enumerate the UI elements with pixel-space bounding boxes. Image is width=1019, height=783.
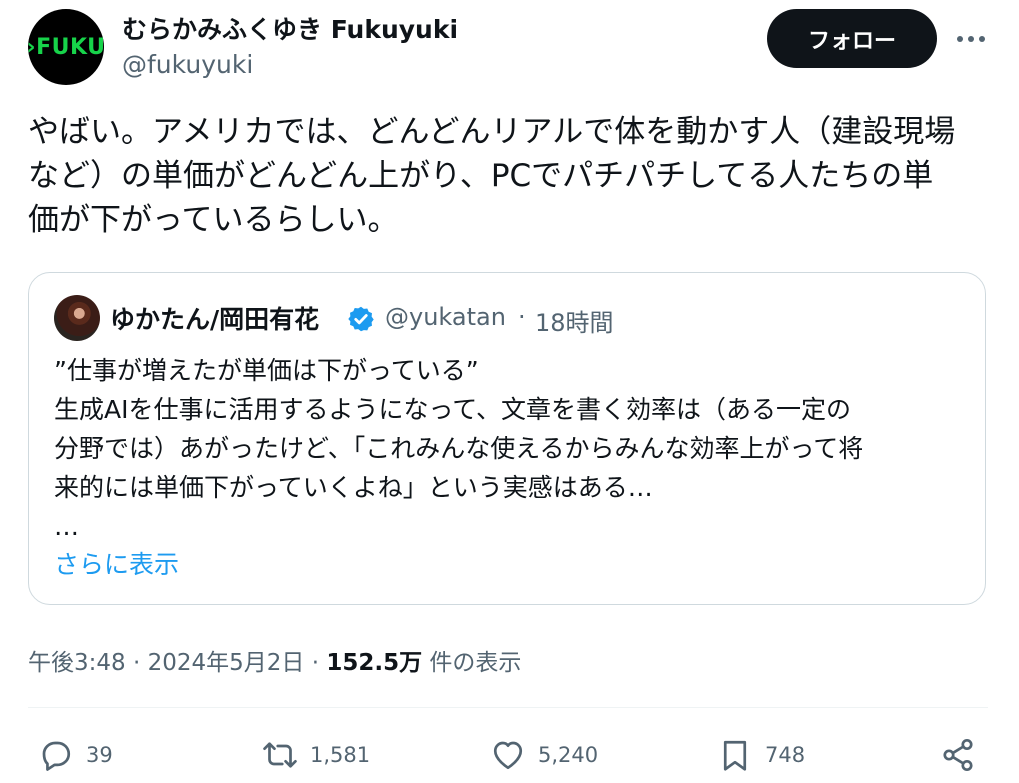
bookmark-button[interactable]: 748	[717, 735, 805, 775]
verified-badge-icon	[348, 306, 374, 332]
quoted-tweet-text: ”仕事が増えたが単価は下がっている” 生成AIを仕事に活用するようになって、文章…	[54, 356, 864, 541]
post-time[interactable]: 午後3:48	[28, 650, 126, 676]
quoted-author-name: ゆかたん/岡田有花	[110, 305, 320, 334]
retweet-count: 1,581	[310, 743, 371, 767]
more-icon	[957, 36, 985, 42]
view-count: 152.5万	[326, 650, 423, 676]
meta-separator: ·	[132, 650, 141, 676]
like-count: 5,240	[538, 743, 599, 767]
view-label: 件の表示	[429, 650, 522, 676]
meta-separator: ·	[311, 650, 320, 676]
retweet-icon	[263, 742, 297, 768]
follow-button[interactable]: フォロー	[767, 9, 937, 68]
quoted-separator: ·	[518, 303, 526, 331]
author-name[interactable]: むらかみふくゆき Fukuyuki	[122, 10, 458, 46]
bookmark-count: 748	[765, 743, 806, 767]
author-handle[interactable]: @fukuyuki	[122, 50, 253, 79]
share-button[interactable]	[940, 735, 988, 775]
tweet-text: やばい。アメリカでは、どんどんリアルで体を動かす人（建設現場 など）の単価がどん…	[28, 114, 956, 238]
retweet-button[interactable]: 1,581	[262, 735, 370, 775]
tweet-meta: 午後3:48 · 2024年5月2日 · 152.5万 件の表示	[28, 643, 521, 677]
share-icon	[943, 738, 973, 772]
reply-icon	[42, 741, 71, 771]
like-icon	[493, 741, 523, 770]
quoted-author-handle: @yukatan	[385, 303, 506, 331]
quoted-timestamp: 18時間	[535, 309, 614, 337]
show-more-link[interactable]: さらに表示	[54, 545, 179, 581]
quoted-author-avatar	[54, 295, 100, 341]
quoted-tweet-card[interactable]: ゆかたん/岡田有花 @yukatan · 18時間 ”仕事が増えたが単価は下がっ…	[28, 272, 986, 605]
post-date[interactable]: 2024年5月2日	[148, 650, 305, 676]
like-button[interactable]: 5,240	[490, 735, 598, 775]
divider	[28, 707, 988, 708]
more-options-button[interactable]	[952, 26, 990, 52]
reply-count: 39	[86, 743, 113, 767]
reply-button[interactable]: 39	[38, 735, 113, 775]
author-avatar[interactable]: ›FUKU	[27, 9, 105, 85]
bookmark-icon	[723, 740, 747, 771]
